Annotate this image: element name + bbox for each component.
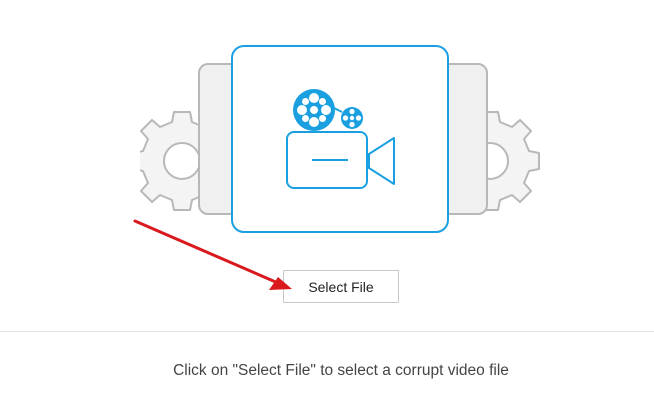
divider [0, 331, 654, 332]
select-file-button[interactable]: Select File [283, 270, 399, 303]
file-select-page: Select File Click on "Select File" to se… [0, 0, 654, 407]
instruction-text: Click on "Select File" to select a corru… [173, 362, 509, 379]
video-repair-illustration [140, 40, 540, 240]
